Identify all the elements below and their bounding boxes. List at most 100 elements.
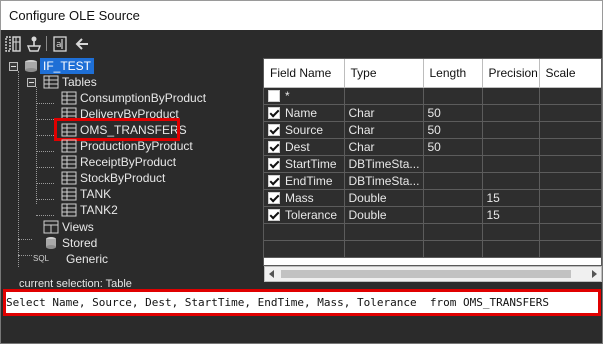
column-header[interactable]: Length <box>423 59 483 88</box>
tree-item-label: Tables <box>62 75 97 89</box>
table-icon <box>61 91 77 105</box>
precision-cell <box>482 87 540 105</box>
field-name-cell[interactable]: EndTime <box>264 172 345 190</box>
table-row[interactable]: Name Char 50 <box>264 104 601 122</box>
table-icon <box>61 187 77 201</box>
field-name-cell[interactable]: Name <box>264 104 345 122</box>
properties-icon[interactable]: a <box>51 35 69 53</box>
views-icon <box>43 220 59 234</box>
scroll-right-icon[interactable] <box>592 270 597 278</box>
table-row[interactable]: StartTime DBTimeSta... <box>264 155 601 173</box>
tree-connector <box>36 183 54 184</box>
tree-root-label: IF_TEST <box>40 58 95 74</box>
field-checkbox[interactable] <box>268 157 280 170</box>
horizontal-scrollbar[interactable] <box>264 266 602 282</box>
field-checkbox[interactable] <box>268 89 280 102</box>
connect-icon[interactable] <box>25 35 43 53</box>
field-name: Dest <box>285 139 310 154</box>
dialog-body: a IF_TEST Tables ConsumptionByProduct De… <box>0 30 603 344</box>
tables-expander[interactable] <box>27 78 36 87</box>
table-row[interactable]: Mass Double 15 <box>264 189 601 207</box>
length-cell: 50 <box>423 104 483 122</box>
tree-connector <box>36 119 54 120</box>
table-icon <box>43 75 59 89</box>
length-cell <box>423 189 483 207</box>
tree-connector <box>36 151 54 152</box>
type-cell: DBTimeSta... <box>344 155 424 173</box>
back-arrow-icon[interactable] <box>73 35 91 53</box>
table-icon <box>61 155 77 169</box>
split-view-icon[interactable] <box>4 35 22 53</box>
window-title: Configure OLE Source <box>9 8 140 23</box>
tree-item-label: TANK <box>80 187 112 201</box>
field-name-cell[interactable]: Mass <box>264 189 345 207</box>
tree-item-label: Views <box>62 220 94 234</box>
length-cell: 50 <box>423 138 483 156</box>
field-checkbox[interactable] <box>268 140 280 153</box>
scale-cell <box>539 206 601 224</box>
scrollbar-thumb[interactable] <box>281 270 571 278</box>
grid-header-row: Field Name Type Length Precision Scale <box>264 59 601 88</box>
table-row[interactable]: EndTime DBTimeSta... <box>264 172 601 190</box>
type-cell: Char <box>344 138 424 156</box>
table-icon <box>61 171 77 185</box>
type-cell: DBTimeSta... <box>344 172 424 190</box>
field-name-cell[interactable]: StartTime <box>264 155 345 173</box>
scale-cell <box>539 138 601 156</box>
column-header[interactable]: Type <box>344 59 424 88</box>
toolbar: a <box>1 30 602 57</box>
column-header[interactable]: Field Name <box>264 59 345 88</box>
type-cell: Double <box>344 206 424 224</box>
tree-item-label: ReceiptByProduct <box>80 155 177 169</box>
field-checkbox[interactable] <box>268 191 280 204</box>
precision-cell <box>482 155 540 173</box>
type-cell: Char <box>344 121 424 139</box>
length-cell <box>423 87 483 105</box>
field-checkbox[interactable] <box>268 123 280 136</box>
type-cell <box>344 87 424 105</box>
column-header[interactable]: Precision <box>482 59 540 88</box>
schema-tree[interactable]: IF_TEST Tables ConsumptionByProduct Deli… <box>3 57 261 267</box>
field-name-cell[interactable]: * <box>264 87 345 105</box>
database-icon <box>23 59 39 73</box>
root-expander[interactable] <box>9 62 18 71</box>
field-checkbox[interactable] <box>268 208 280 221</box>
field-name: Tolerance <box>285 207 338 222</box>
table-row[interactable]: Dest Char 50 <box>264 138 601 156</box>
field-checkbox[interactable] <box>268 174 280 187</box>
scale-cell <box>539 87 601 105</box>
field-name-cell[interactable]: Tolerance <box>264 206 345 224</box>
sql-query-box[interactable]: Select Name, Source, Dest, StartTime, En… <box>3 289 601 316</box>
precision-cell <box>482 104 540 122</box>
column-header[interactable]: Scale <box>539 59 601 88</box>
table-row[interactable]: Tolerance Double 15 <box>264 206 601 224</box>
tree-connector <box>18 255 32 256</box>
scale-cell <box>539 104 601 122</box>
tree-item-label: StockByProduct <box>80 171 166 185</box>
tree-connector <box>36 103 54 104</box>
field-checkbox[interactable] <box>268 106 280 119</box>
tree-connector <box>36 199 54 200</box>
table-row[interactable]: * <box>264 87 601 105</box>
field-name: EndTime <box>285 173 333 188</box>
precision-cell <box>482 138 540 156</box>
tree-connector <box>18 239 32 240</box>
fields-grid[interactable]: Field Name Type Length Precision Scale *… <box>263 58 602 266</box>
field-name-cell[interactable]: Dest <box>264 138 345 156</box>
stored-procedure-icon <box>43 236 59 250</box>
tree-item-label: Generic <box>66 252 109 266</box>
scroll-left-icon[interactable] <box>269 270 274 278</box>
tree-connector <box>36 215 54 216</box>
field-name-cell[interactable]: Source <box>264 121 345 139</box>
length-cell <box>423 172 483 190</box>
svg-text:a: a <box>56 40 62 50</box>
field-name: Source <box>285 122 324 137</box>
table-icon <box>61 203 77 217</box>
precision-cell: 15 <box>482 189 540 207</box>
table-row-empty <box>264 223 601 241</box>
precision-cell: 15 <box>482 206 540 224</box>
precision-cell <box>482 121 540 139</box>
type-cell: Char <box>344 104 424 122</box>
table-row[interactable]: Source Char 50 <box>264 121 601 139</box>
tree-item-label: ConsumptionByProduct <box>80 91 207 105</box>
